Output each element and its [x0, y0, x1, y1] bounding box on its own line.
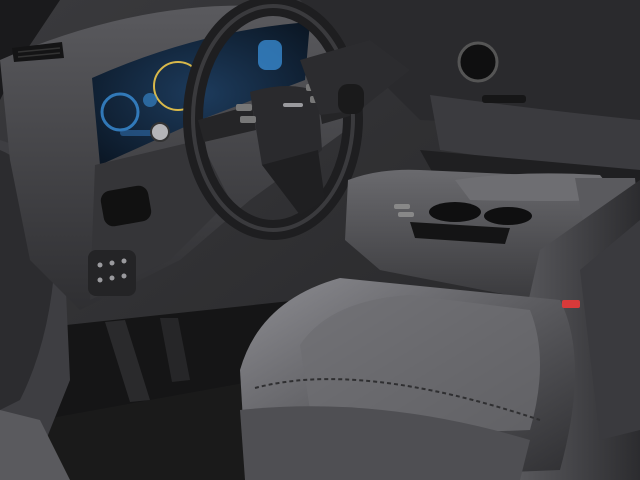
display-right-tile — [258, 40, 282, 70]
door-handle — [482, 95, 526, 103]
door-speaker — [457, 41, 499, 83]
cup-holder-right — [484, 207, 532, 225]
start-button-icon — [150, 122, 170, 142]
car-interior-photo — [0, 0, 640, 480]
seat-belt-buckle-icon — [562, 300, 580, 308]
gear-stalk — [338, 84, 364, 114]
wheel-logo-icon — [283, 103, 303, 107]
control-button-cluster — [88, 250, 136, 296]
display-status-icon — [143, 93, 157, 107]
cup-holder-left — [429, 202, 481, 222]
